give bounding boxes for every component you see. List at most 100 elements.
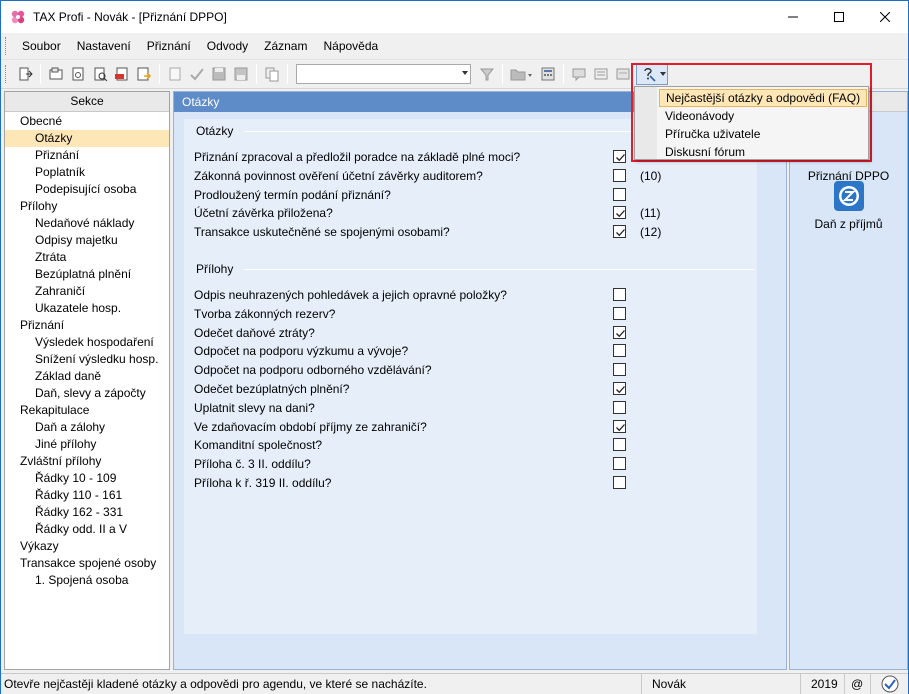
- checkbox[interactable]: [613, 363, 626, 377]
- speech-bubble-icon: [572, 68, 586, 82]
- filter-combo[interactable]: [296, 64, 471, 84]
- tree-item[interactable]: Bezúplatná plnění: [5, 266, 169, 283]
- menu-napoveda[interactable]: Nápověda: [315, 33, 386, 60]
- exit-button[interactable]: [15, 64, 35, 84]
- document-gear-icon: [72, 67, 84, 81]
- tree-group[interactable]: Přílohy: [5, 198, 169, 215]
- checkbox-checked[interactable]: [613, 206, 626, 220]
- checkbox-checked[interactable]: [613, 419, 626, 433]
- checkbox-checked[interactable]: [613, 325, 626, 339]
- tree-item[interactable]: Zahraničí: [5, 283, 169, 300]
- checkbox[interactable]: [613, 168, 626, 182]
- tree-item[interactable]: Řádky 10 - 109: [5, 470, 169, 487]
- tree-item[interactable]: Řádky odd. II a V: [5, 521, 169, 538]
- checkbox[interactable]: [613, 344, 626, 358]
- status-ok-icon[interactable]: [871, 674, 908, 694]
- checkbox[interactable]: [613, 400, 626, 414]
- menu-item-videonavody[interactable]: Videonávody: [659, 107, 867, 125]
- calculator-icon: [541, 67, 555, 81]
- tree-item[interactable]: Výsledek hospodaření: [5, 334, 169, 351]
- menu-item-forum[interactable]: Diskusní fórum: [659, 143, 867, 161]
- tree-item[interactable]: 1. Spojená osoba: [5, 572, 169, 589]
- copy-button[interactable]: [262, 64, 282, 84]
- tree-item[interactable]: Přiznání: [5, 147, 169, 164]
- tree-group[interactable]: Výkazy: [5, 538, 169, 555]
- open-file-button[interactable]: [46, 64, 66, 84]
- status-at[interactable]: @: [845, 674, 871, 694]
- list-button[interactable]: [591, 64, 611, 84]
- menubar-grip[interactable]: [5, 37, 8, 55]
- checkbox-checked[interactable]: [613, 382, 626, 395]
- tree-item[interactable]: Řádky 162 - 331: [5, 504, 169, 521]
- status-year: 2019: [801, 674, 845, 694]
- menu-icon-strip: [635, 87, 657, 159]
- maximize-button[interactable]: [816, 1, 862, 33]
- checkbox[interactable]: [613, 306, 626, 320]
- tree-item[interactable]: Snížení výsledku hosp.: [5, 351, 169, 368]
- title-bar[interactable]: TAX Profi - Novák - [Přiznání DPPO]: [1, 1, 908, 33]
- message-button[interactable]: [569, 64, 589, 84]
- menu-item-faq[interactable]: Nejčastější otázky a odpovědi (FAQ): [659, 89, 867, 107]
- menu-zaznam[interactable]: Záznam: [256, 33, 315, 60]
- tree-item[interactable]: Jiné přílohy: [5, 436, 169, 453]
- minimize-button[interactable]: [770, 1, 816, 33]
- menu-soubor[interactable]: Soubor: [14, 33, 69, 60]
- funnel-icon: [479, 68, 495, 81]
- question-label: Transakce uskutečněné se spojenými osoba…: [194, 225, 450, 240]
- menu-priznani[interactable]: Přiznání: [139, 33, 199, 60]
- pdf-export-button[interactable]: [112, 64, 132, 84]
- tree-item[interactable]: Ztráta: [5, 249, 169, 266]
- question-row: Odpočet na podporu odborného vzdělávání?: [194, 361, 664, 379]
- new-record-button[interactable]: [165, 64, 185, 84]
- menu-item-prirucka[interactable]: Příručka uživatele: [659, 125, 867, 143]
- checkbox[interactable]: [613, 288, 626, 301]
- properties-button[interactable]: [68, 64, 88, 84]
- save-all-button[interactable]: [231, 64, 251, 84]
- checkbox[interactable]: [613, 457, 626, 471]
- checkbox-checked[interactable]: [613, 225, 626, 239]
- tree-item[interactable]: Odpisy majetku: [5, 232, 169, 249]
- tree-item[interactable]: Řádky 110 - 161: [5, 487, 169, 504]
- question-label: Uplatnit slevy na dani?: [194, 400, 315, 415]
- question-row: Prodloužený termín podání přiznání?: [194, 186, 664, 204]
- close-button[interactable]: [862, 1, 908, 33]
- exit-door-icon: [19, 67, 33, 81]
- tree-group[interactable]: Zvláštní přílohy: [5, 453, 169, 470]
- agenda-dan-z-prijmu[interactable]: Daň z příjmů: [790, 180, 907, 231]
- tree-item[interactable]: Poplatník: [5, 164, 169, 181]
- tree-item[interactable]: Základ daně: [5, 368, 169, 385]
- export-button[interactable]: [134, 64, 154, 84]
- app-logo-icon: [10, 9, 26, 25]
- tree-item[interactable]: Daň a zálohy: [5, 419, 169, 436]
- sections-panel: Sekce Obecné Otázky Přiznání Poplatník Podep…: [4, 91, 170, 670]
- question-row: Odpis neuhrazených pohledávek a jejich o…: [194, 286, 664, 304]
- tree-item[interactable]: Daň, slevy a zápočty: [5, 385, 169, 402]
- notes-button[interactable]: [613, 64, 633, 84]
- tree-item[interactable]: Ukazatele hosp.: [5, 300, 169, 317]
- question-label: Odpis neuhrazených pohledávek a jejich o…: [194, 288, 507, 302]
- confirm-button[interactable]: [187, 64, 207, 84]
- checkbox-checked[interactable]: [613, 150, 626, 163]
- folder-button[interactable]: [508, 64, 536, 84]
- export-document-icon: [137, 67, 152, 81]
- tree-item[interactable]: Otázky: [5, 130, 169, 147]
- toolbar-grip[interactable]: [5, 65, 8, 83]
- checkbox[interactable]: [613, 438, 626, 452]
- checkmark-icon: [190, 68, 204, 81]
- save-all-disk-icon: [234, 67, 248, 81]
- tree-group[interactable]: Obecné: [5, 113, 169, 130]
- tree-group[interactable]: Přiznání: [5, 317, 169, 334]
- calculator-button[interactable]: [538, 64, 558, 84]
- checkbox[interactable]: [613, 476, 626, 489]
- combo-dropdown-icon[interactable]: [462, 71, 468, 75]
- filter-button[interactable]: [477, 64, 497, 84]
- save-button[interactable]: [209, 64, 229, 84]
- tree-item[interactable]: Nedaňové náklady: [5, 215, 169, 232]
- menu-nastaveni[interactable]: Nastavení: [69, 33, 139, 60]
- tree-group[interactable]: Transakce spojené osoby: [5, 555, 169, 572]
- menu-odvody[interactable]: Odvody: [199, 33, 256, 60]
- tree-item[interactable]: Podepisující osoba: [5, 181, 169, 198]
- checkbox[interactable]: [613, 187, 626, 201]
- print-preview-button[interactable]: [90, 64, 110, 84]
- tree-group[interactable]: Rekapitulace: [5, 402, 169, 419]
